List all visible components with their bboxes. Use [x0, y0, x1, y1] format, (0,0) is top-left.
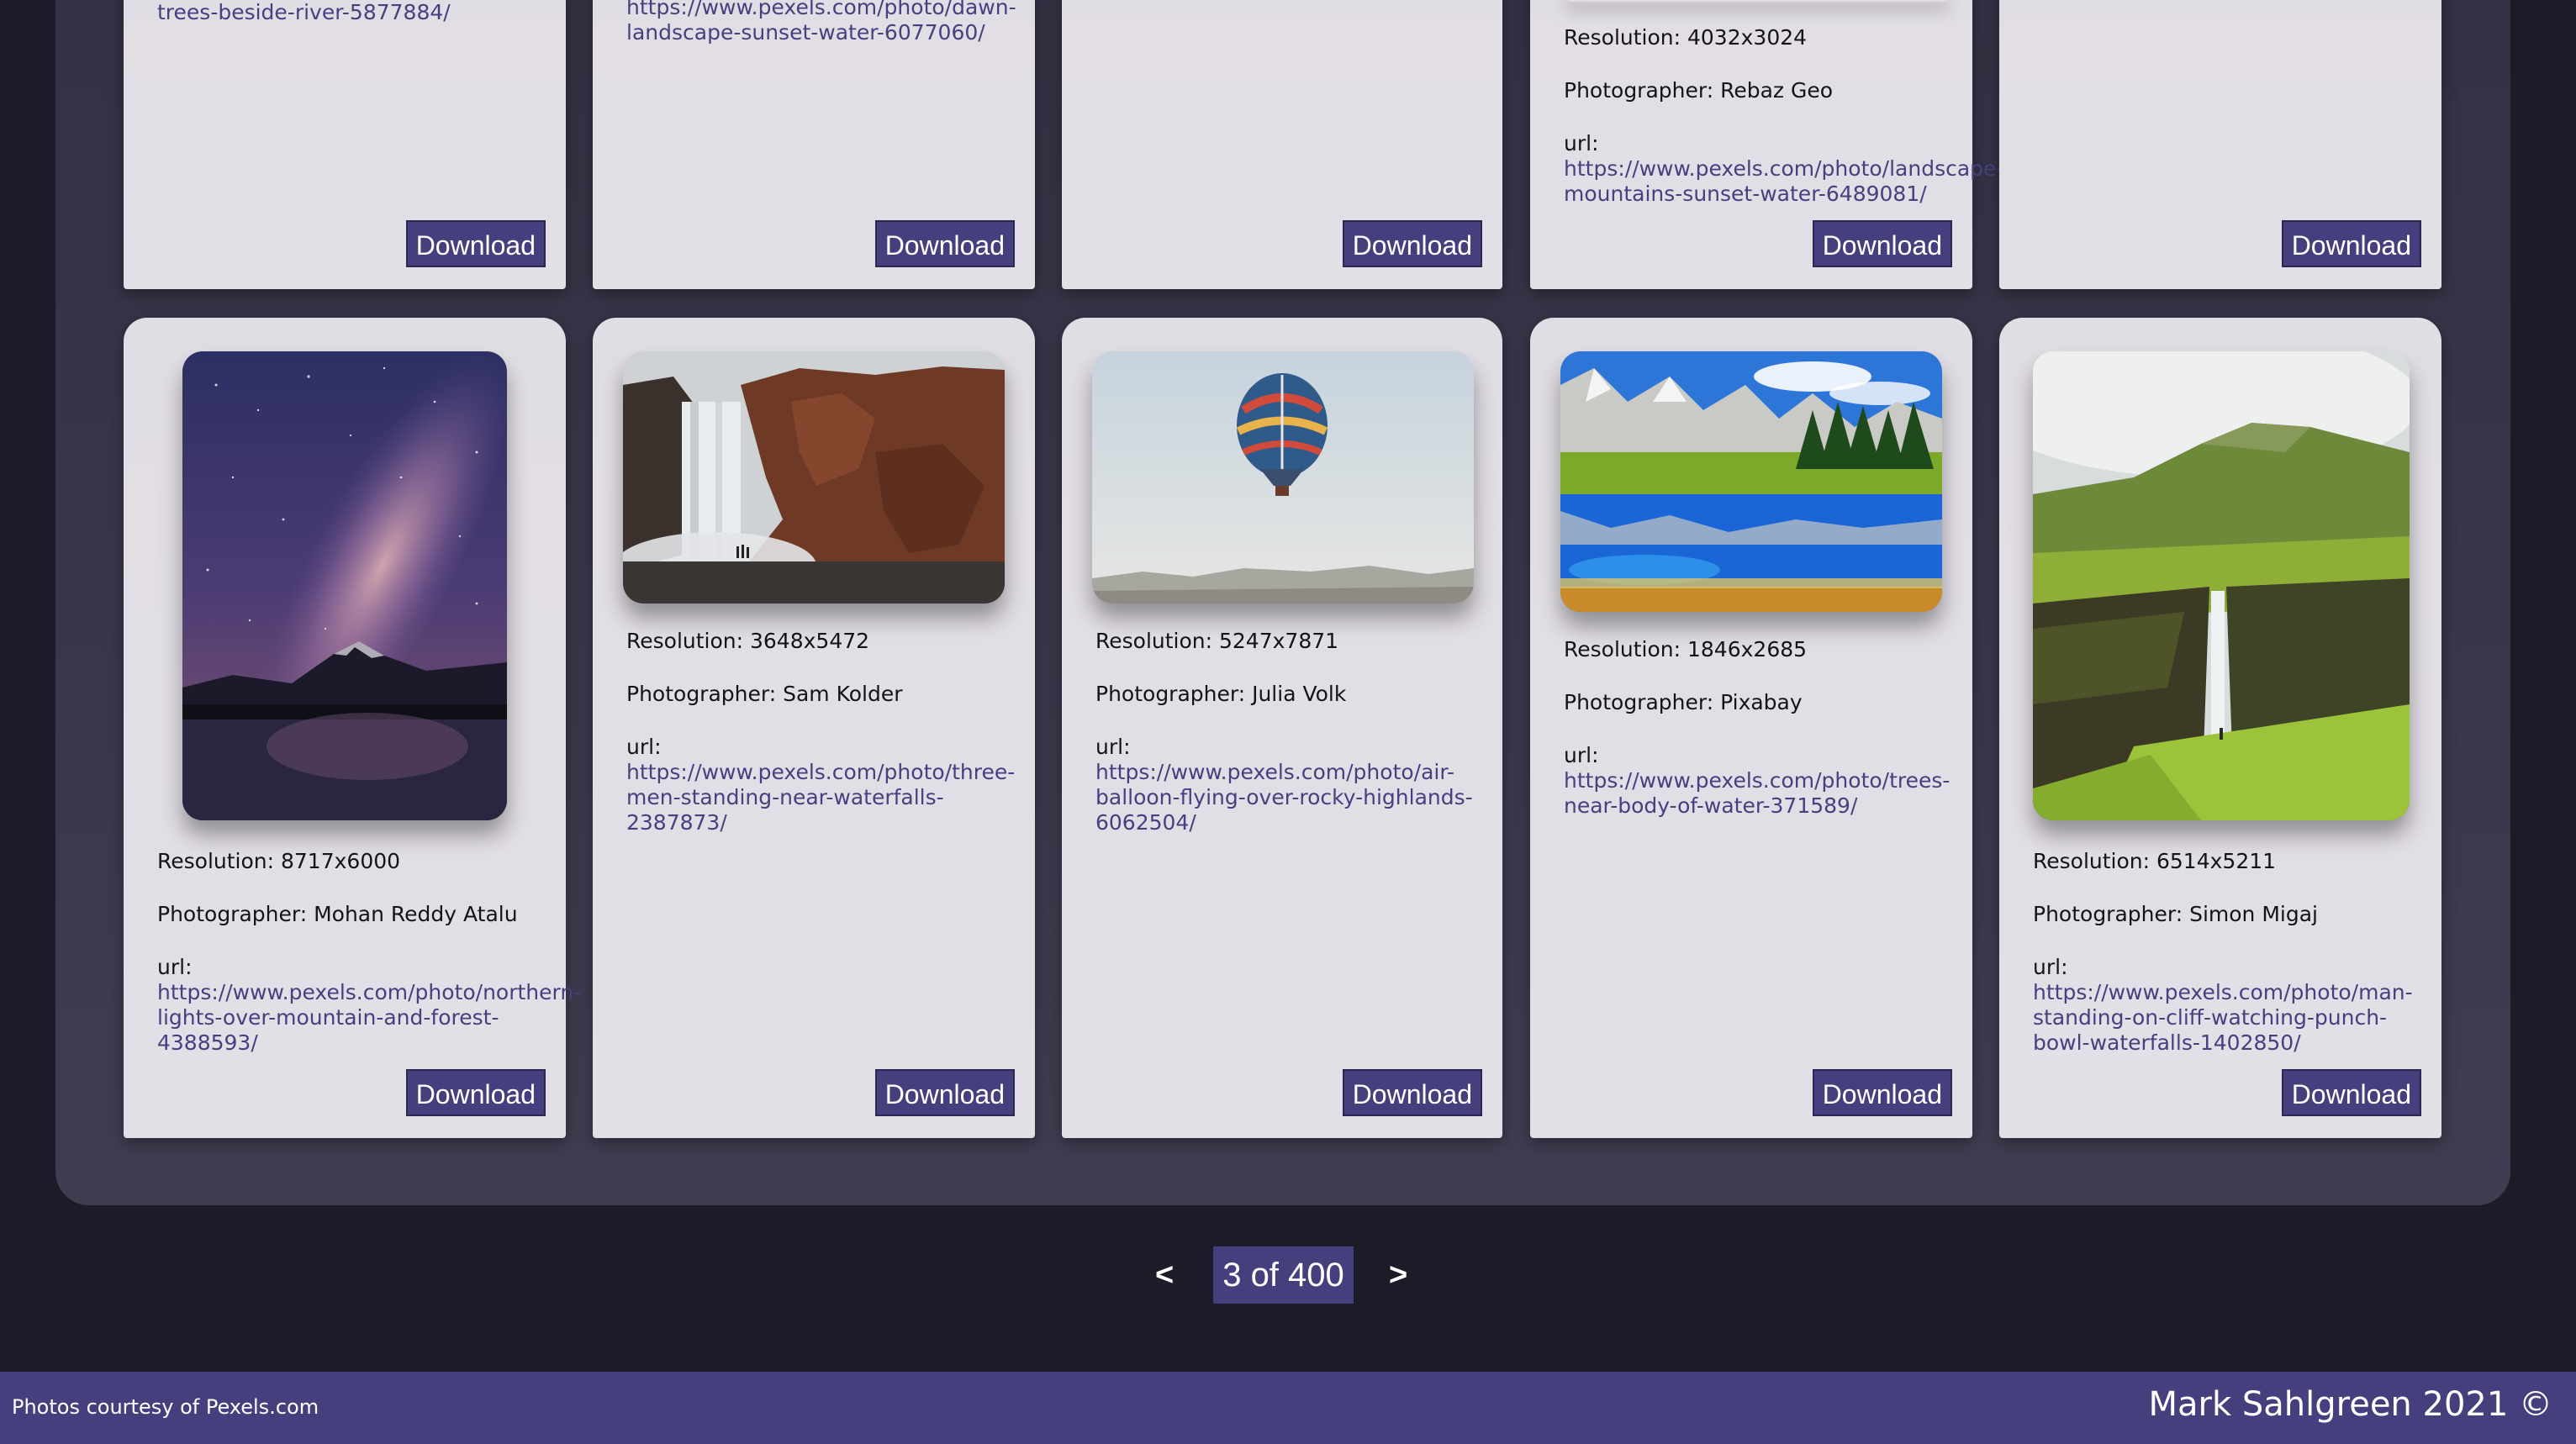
- resolution-text: Resolution: 3648x5472: [626, 629, 870, 653]
- photo-image[interactable]: [1560, 351, 1942, 612]
- photographer-text: Photographer: Sam Kolder: [626, 682, 903, 706]
- photo-card: Resolution: 8717x6000 Photographer: Moha…: [124, 318, 581, 1138]
- card-info: Resolution: 4032x3024 Photographer: Reba…: [1564, 25, 2003, 207]
- photo-image[interactable]: [623, 351, 1005, 603]
- photo-card: Download: [1999, 0, 2441, 289]
- photo-url-link[interactable]: https://www.pexels.com/photo/man- standi…: [2033, 980, 2441, 1056]
- download-button[interactable]: Download: [1342, 1069, 1482, 1116]
- url-label: url:: [1564, 743, 1599, 767]
- resolution-text: Resolution: 5247x7871: [1095, 629, 1339, 653]
- pagination: < 3 of 400 >: [0, 1246, 2576, 1304]
- photographer-text: Photographer: Julia Volk: [1095, 682, 1347, 706]
- download-button[interactable]: Download: [2281, 1069, 2421, 1116]
- url-label: url:: [626, 735, 662, 759]
- download-button[interactable]: Download: [2281, 220, 2421, 267]
- download-button[interactable]: Download: [874, 220, 1015, 267]
- photo-url-link[interactable]: https://www.pexels.com/photo/northern- l…: [157, 980, 581, 1056]
- card-info: trees-beside-river-5877884/: [157, 0, 566, 25]
- photo-image[interactable]: [182, 351, 507, 820]
- photo-url-link[interactable]: https://www.pexels.com/photo/landscape- …: [1564, 156, 2003, 207]
- photo-url-link[interactable]: trees-beside-river-5877884/: [157, 0, 566, 25]
- photographer-text: Photographer: Simon Migaj: [2033, 902, 2318, 926]
- card-info: Resolution: 5247x7871 Photographer: Juli…: [1095, 629, 1502, 835]
- download-button[interactable]: Download: [405, 220, 546, 267]
- card-info: Resolution: 6514x5211 Photographer: Simo…: [2033, 849, 2441, 1056]
- photo-card: trees-beside-river-5877884/ Download: [124, 0, 566, 289]
- photographer-text: Photographer: Rebaz Geo: [1564, 78, 1834, 103]
- resolution-text: Resolution: 4032x3024: [1564, 25, 1808, 50]
- download-button[interactable]: Download: [1342, 220, 1482, 267]
- photo-image[interactable]: [2033, 351, 2410, 820]
- photo-url-link[interactable]: https://www.pexels.com/photo/trees- near…: [1564, 768, 1972, 819]
- url-label: url:: [1564, 131, 1599, 155]
- photo-card: Resolution: 4032x3024 Photographer: Reba…: [1530, 0, 2003, 289]
- page-indicator: 3 of 400: [1213, 1246, 1354, 1304]
- resolution-text: Resolution: 1846x2685: [1564, 637, 1808, 661]
- photo-card: Resolution: 5247x7871 Photographer: Juli…: [1062, 318, 1502, 1138]
- footer: Photos courtesy of Pexels.com Mark Sahlg…: [0, 1372, 2576, 1444]
- url-label: url:: [2033, 955, 2068, 979]
- url-label: url:: [157, 955, 193, 979]
- download-button[interactable]: Download: [1812, 1069, 1952, 1116]
- photo-url-link[interactable]: https://www.pexels.com/photo/three- men-…: [626, 760, 1035, 835]
- photo-credit-text: Photos courtesy of Pexels.com: [12, 1395, 319, 1419]
- download-button[interactable]: Download: [874, 1069, 1015, 1116]
- card-info: Resolution: 8717x6000 Photographer: Moha…: [157, 849, 581, 1056]
- photo-image: [1564, 0, 1950, 2]
- photo-card: Resolution: 3648x5472 Photographer: Sam …: [593, 318, 1035, 1138]
- resolution-text: Resolution: 8717x6000: [157, 849, 401, 873]
- photo-card: Resolution: 1846x2685 Photographer: Pixa…: [1530, 318, 1972, 1138]
- card-info: Resolution: 1846x2685 Photographer: Pixa…: [1564, 637, 1972, 819]
- url-label: url:: [1095, 735, 1131, 759]
- download-button[interactable]: Download: [405, 1069, 546, 1116]
- download-button[interactable]: Download: [1812, 220, 1952, 267]
- next-page-button[interactable]: >: [1389, 1252, 1407, 1299]
- card-info: Resolution: 3648x5472 Photographer: Sam …: [626, 629, 1035, 835]
- resolution-text: Resolution: 6514x5211: [2033, 849, 2277, 873]
- prev-page-button[interactable]: <: [1155, 1252, 1174, 1299]
- photo-image[interactable]: [1092, 351, 1474, 603]
- photo-card: https://www.pexels.com/photo/dawn- lands…: [593, 0, 1035, 289]
- photographer-text: Photographer: Mohan Reddy Atalu: [157, 902, 518, 926]
- photo-card: Resolution: 6514x5211 Photographer: Simo…: [1999, 318, 2441, 1138]
- photo-url-link[interactable]: https://www.pexels.com/photo/air- balloo…: [1095, 760, 1502, 835]
- photo-card: Download: [1062, 0, 1502, 289]
- copyright-text: Mark Sahlgreen 2021 ©: [2148, 1385, 2552, 1424]
- photographer-text: Photographer: Pixabay: [1564, 690, 1803, 714]
- card-info: https://www.pexels.com/photo/dawn- lands…: [626, 0, 1035, 45]
- photo-url-link[interactable]: https://www.pexels.com/photo/dawn- lands…: [626, 0, 1035, 45]
